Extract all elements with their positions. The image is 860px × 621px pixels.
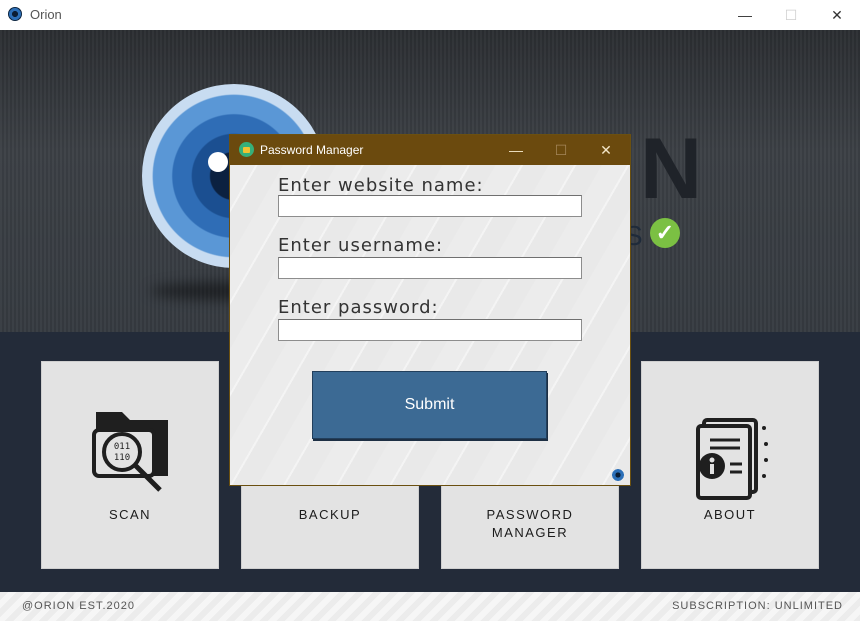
website-label: Enter website name: <box>278 175 484 196</box>
lock-icon <box>239 142 254 157</box>
password-input[interactable] <box>278 319 582 341</box>
window-titlebar: Orion — ☐ ✕ <box>0 0 860 30</box>
dialog-close-button[interactable]: ✕ <box>584 135 628 165</box>
submit-button[interactable]: Submit <box>312 371 547 439</box>
minimize-button[interactable]: — <box>722 0 768 30</box>
document-info-icon <box>696 418 768 500</box>
tile-label-backup: BACKUP <box>298 507 362 522</box>
close-button[interactable]: ✕ <box>814 0 860 30</box>
dialog-title: Password Manager <box>260 143 364 157</box>
username-input[interactable] <box>278 257 582 279</box>
window-title: Orion <box>30 7 62 22</box>
svg-text:011: 011 <box>114 442 130 452</box>
orion-logo-icon <box>8 7 22 21</box>
dialog-minimize-button[interactable]: — <box>494 135 538 165</box>
tile-label-password-line1: PASSWORD <box>486 507 574 522</box>
footer-subscription: SUBSCRIPTION: UNLIMITED <box>672 600 843 612</box>
password-label: Enter password: <box>278 297 439 318</box>
orion-small-logo-icon <box>612 469 624 481</box>
dialog-maximize-button[interactable]: ☐ <box>539 135 583 165</box>
password-manager-dialog: Password Manager — ☐ ✕ Enter website nam… <box>229 134 631 486</box>
username-label: Enter username: <box>278 235 444 256</box>
check-icon: ✓ <box>650 218 680 248</box>
maximize-button[interactable]: ☐ <box>768 0 814 30</box>
dialog-body: Enter website name: Enter username: Ente… <box>230 165 630 485</box>
footer-bar: @ORION EST.2020 SUBSCRIPTION: UNLIMITED <box>0 592 860 621</box>
folder-search-icon: 011 110 <box>92 412 168 492</box>
svg-text:110: 110 <box>114 453 130 463</box>
tile-label-scan: SCAN <box>108 507 152 522</box>
footer-copyright: @ORION EST.2020 <box>22 600 135 612</box>
dialog-titlebar: Password Manager — ☐ ✕ <box>230 135 630 165</box>
tile-label-password-line2: MANAGER <box>491 525 569 540</box>
logo-highlight <box>208 152 228 172</box>
hero-brand-letter: N <box>640 121 705 217</box>
website-input[interactable] <box>278 195 582 217</box>
tile-about[interactable]: ABOUT <box>641 361 819 569</box>
tile-label-about: ABOUT <box>703 507 757 522</box>
tile-scan[interactable]: 011 110 SCAN <box>41 361 219 569</box>
